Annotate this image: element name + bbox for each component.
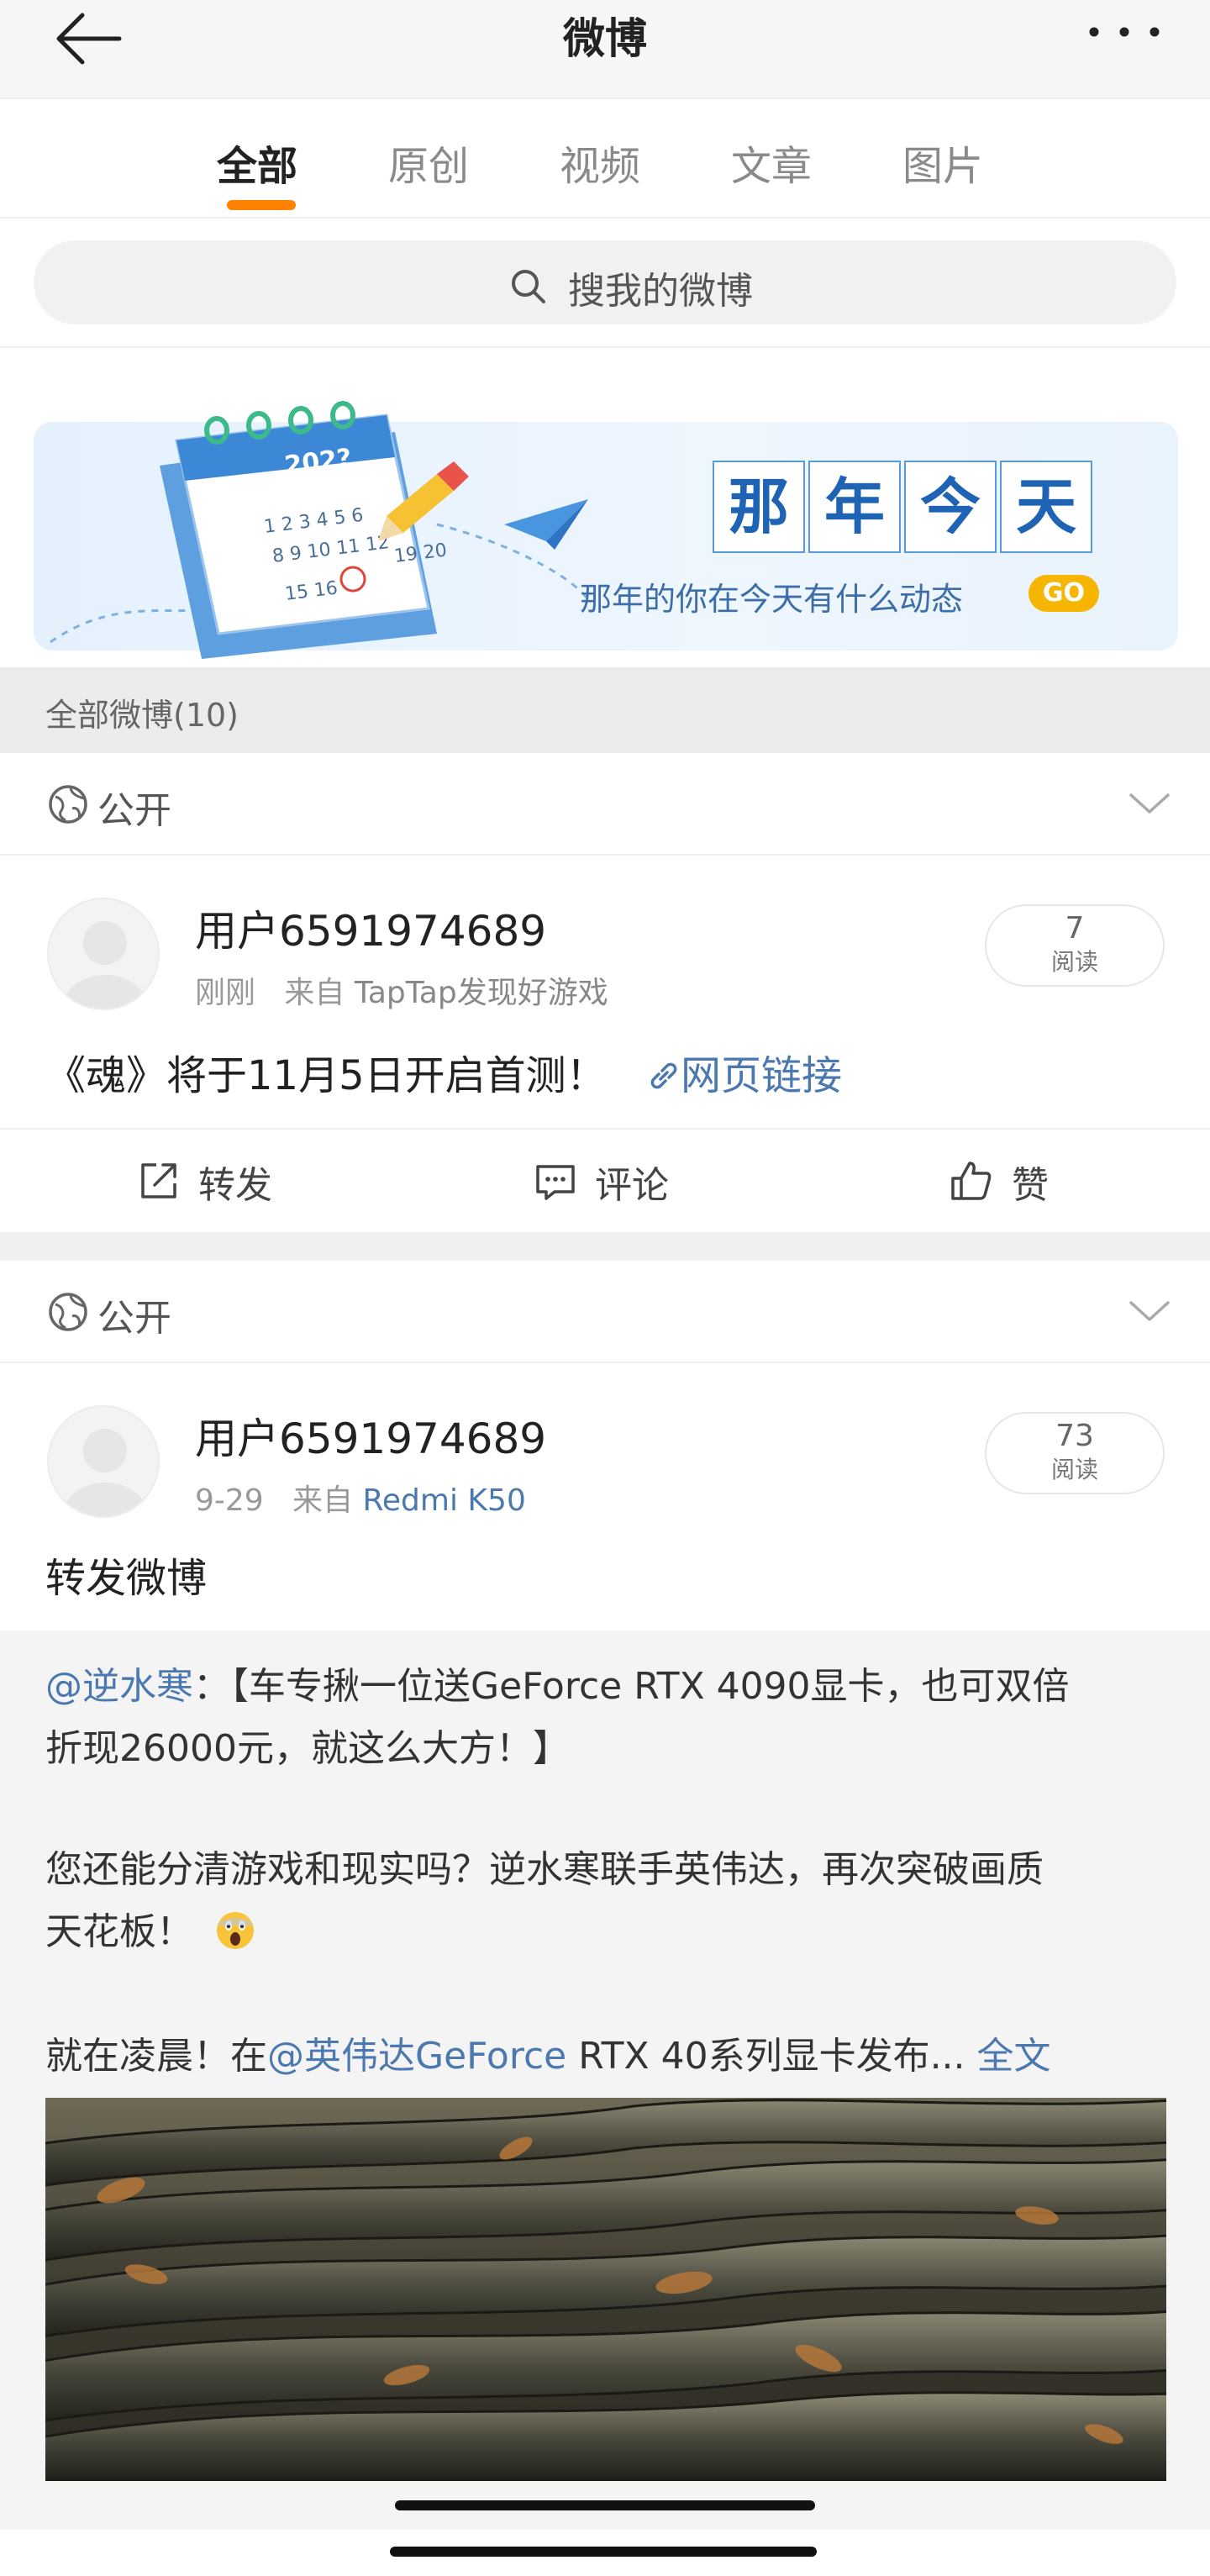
page-title: 微博 [563, 14, 647, 63]
search-placeholder: 搜我的微博 [568, 270, 753, 313]
repost-text: ：【车专揪一位送GeForce RTX 4090显卡，也可双倍 [193, 1665, 1070, 1708]
visibility-label: 公开 [97, 789, 171, 832]
search-icon [508, 266, 550, 308]
banner-title: 那 年 今 天 [713, 461, 1099, 553]
repost-icon[interactable] [136, 1158, 182, 1204]
repost-line: @逆水寒：【车专揪一位送GeForce RTX 4090显卡，也可双倍 [45, 1656, 1070, 1709]
repost-button[interactable]: 转发 [198, 1155, 272, 1209]
roof-tiles-photo [45, 2098, 1166, 2481]
post-time: 刚刚 [195, 976, 256, 1010]
mention-link[interactable]: @逆水寒 [45, 1665, 193, 1708]
repost-line: 就在凌晨！在@英伟达GeForce RTX 40系列显卡发布... 全文 [45, 2026, 1051, 2079]
post-source: TapTap发现好游戏 [354, 976, 608, 1010]
banner-title-char: 今 [904, 461, 997, 553]
filter-tabs: 全部 原创 视频 文章 图片 [0, 101, 1210, 219]
tab-original[interactable]: 原创 [388, 133, 469, 192]
tab-picture[interactable]: 图片 [902, 133, 983, 192]
post-divider [0, 1232, 1210, 1261]
globe-icon [47, 783, 89, 825]
source-prefix: 来自 [292, 1483, 354, 1518]
repost-text: RTX 40系列显卡发布... [566, 2035, 965, 2078]
banner-subtitle: 那年的你在今天有什么动态 [580, 581, 964, 618]
repost-line: 您还能分清游戏和现实吗？逆水寒联手英伟达，再次突破画质 [45, 1848, 1044, 1891]
search-section: 搜我的微博 [0, 220, 1210, 348]
banner-go-button[interactable]: GO [1028, 575, 1099, 612]
username[interactable]: 用户6591974689 [195, 1405, 546, 1466]
read-count-badge: 7 阅读 [985, 904, 1165, 987]
read-count-badge: 73 阅读 [985, 1412, 1165, 1494]
tab-article[interactable]: 文章 [731, 133, 812, 192]
top-navigation-bar: 微博 [0, 0, 1210, 99]
banner-title-char: 那 [713, 461, 805, 553]
read-count: 7 [1065, 911, 1085, 946]
globe-icon [47, 1291, 89, 1333]
chevron-down-icon[interactable] [1126, 1294, 1173, 1328]
search-input[interactable]: 搜我的微博 [34, 240, 1176, 324]
source-prefix: 来自 [284, 976, 345, 1010]
post-text: 《魂》将于11月5日开启首测！ [45, 1052, 607, 1099]
visibility-label: 公开 [97, 1297, 171, 1340]
post-meta: 刚刚 来自 TapTap发现好游戏 [195, 968, 608, 1012]
comment-button[interactable]: 评论 [595, 1155, 669, 1209]
repost-text: 就在凌晨！在 [45, 2035, 267, 2078]
like-button[interactable]: 赞 [1012, 1155, 1049, 1209]
active-tab-indicator [227, 200, 296, 210]
link-icon [650, 1062, 677, 1089]
post-source[interactable]: Redmi K50 [363, 1483, 526, 1518]
full-text-link[interactable]: 全文 [977, 2035, 1051, 2078]
web-link[interactable]: 网页链接 [647, 1042, 842, 1101]
visibility-row[interactable]: 公开 [0, 1261, 1210, 1363]
banner-title-char: 天 [1000, 461, 1092, 553]
calendar-illustration: 202? 1 2 3 4 5 6 8 9 10 11 12 15 16 19 2… [34, 382, 622, 659]
read-count: 73 [1055, 1419, 1094, 1453]
tab-video[interactable]: 视频 [560, 133, 640, 192]
home-indicator [390, 2547, 817, 2557]
weibo-count-label: 全部微博(10) [45, 697, 239, 734]
repost-line: 天花板！ [45, 1901, 257, 1955]
read-label: 阅读 [1050, 1456, 1098, 1483]
post-actions-bar: 转发 评论 赞 [0, 1128, 1210, 1232]
post-time: 9-29 [195, 1483, 264, 1518]
scared-face-emoji-icon [217, 1912, 254, 1949]
post-text: 转发微博 [45, 1555, 208, 1602]
memories-banner-section: 202? 1 2 3 4 5 6 8 9 10 11 12 15 16 19 2… [0, 348, 1210, 667]
web-link-label: 网页链接 [681, 1052, 843, 1099]
read-label: 阅读 [1050, 948, 1098, 976]
thumbs-up-icon[interactable] [948, 1158, 993, 1204]
post-meta: 9-29 来自 Redmi K50 [195, 1476, 526, 1520]
tab-all[interactable]: 全部 [217, 133, 297, 192]
mention-link[interactable]: @英伟达GeForce [267, 2035, 566, 2078]
more-dots-icon[interactable] [1084, 15, 1168, 49]
weibo-count-header: 全部微博(10) [0, 667, 1210, 753]
home-indicator [395, 2500, 815, 2510]
repost-text: 天花板！ [45, 1910, 193, 1953]
avatar[interactable] [47, 1405, 160, 1518]
chevron-down-icon[interactable] [1126, 787, 1173, 820]
repost-line: 折现26000元，就这么大方！】 [45, 1727, 570, 1770]
avatar[interactable] [47, 898, 160, 1010]
username[interactable]: 用户6591974689 [195, 898, 546, 958]
repost-photo[interactable] [45, 2098, 1166, 2481]
comment-icon[interactable] [533, 1158, 578, 1204]
visibility-row[interactable]: 公开 [0, 753, 1210, 856]
banner-title-char: 年 [808, 461, 901, 553]
